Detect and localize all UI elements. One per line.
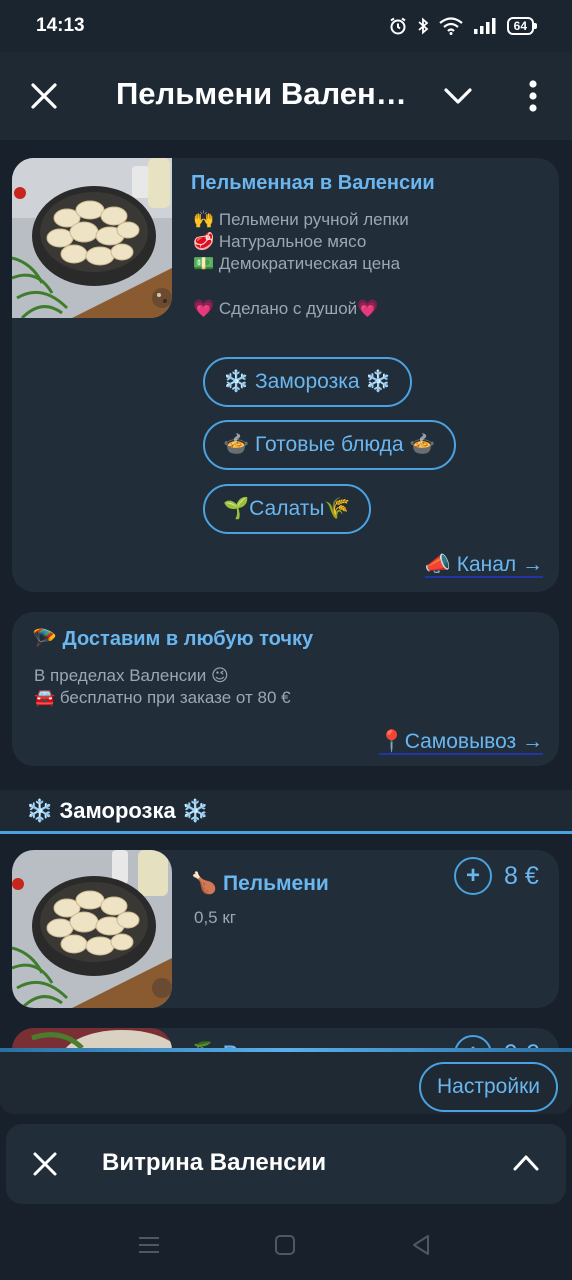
alarm-icon	[390, 17, 406, 35]
delivery-line: В пределах Валенсии 😉	[34, 666, 229, 685]
section-header: ❄️ Заморозка ❄️	[0, 790, 572, 834]
chevron-up-icon[interactable]	[512, 1152, 540, 1174]
shop-title: Пельменная в Валенсии	[191, 172, 435, 194]
app-header: Пельмени Вален…	[0, 52, 572, 140]
tagline: 💗 Сделано с душой💗	[193, 299, 379, 318]
product-price: 8 €	[504, 862, 539, 890]
product-image	[12, 850, 172, 1008]
system-nav-bar	[0, 1212, 572, 1280]
feature-line: 💵 Демократическая цена	[193, 254, 401, 273]
product-card[interactable]: 🍗 Пельмени 0,5 кг + 8 €	[12, 850, 559, 1008]
section-title: ❄️ Заморозка ❄️	[26, 798, 210, 823]
close-icon[interactable]	[28, 80, 60, 112]
feature-line: 🙌 Пельмени ручной лепки	[193, 210, 409, 229]
pickup-link-label[interactable]: 📍Самовывоз →	[378, 730, 543, 755]
back-icon[interactable]	[410, 1234, 432, 1256]
category-frozen-button[interactable]: ❄️ Заморозка ❄️	[203, 357, 412, 407]
wifi-icon	[438, 17, 463, 35]
battery-icon: 64	[506, 17, 538, 35]
dumplings-image	[12, 158, 172, 318]
delivery-line: 🚘 бесплатно при заказе от 80 €	[34, 688, 291, 707]
chevron-down-icon[interactable]	[442, 82, 474, 110]
channel-link[interactable]: 📣 Канал →	[424, 553, 543, 578]
delivery-title: 🪂 Доставим в любую точку	[32, 628, 314, 650]
pickup-link[interactable]: 📍Самовывоз →	[378, 730, 543, 755]
settings-bar: Настройки	[0, 1052, 572, 1114]
mini-app-panel[interactable]: Витрина Валенсии	[6, 1124, 566, 1204]
delivery-card: 🪂 Доставим в любую точку В пределах Вале…	[12, 612, 559, 766]
status-time: 14:13	[36, 15, 85, 36]
settings-button[interactable]: Настройки	[419, 1062, 558, 1112]
content-area[interactable]: Пельменная в Валенсии 🙌 Пельмени ручной …	[0, 140, 572, 1052]
feature-line: 🥩 Натуральное мясо	[193, 232, 367, 251]
signal-icon	[473, 18, 496, 34]
product-name: 🍗 Пельмени	[191, 872, 329, 895]
intro-card: Пельменная в Валенсии 🙌 Пельмени ручной …	[12, 158, 559, 592]
add-to-cart-button[interactable]: +	[454, 857, 492, 895]
more-vertical-icon[interactable]	[520, 78, 546, 114]
product-weight: 0,5 кг	[194, 908, 236, 927]
home-icon[interactable]	[274, 1234, 296, 1256]
close-icon[interactable]	[32, 1151, 58, 1177]
menu-icon[interactable]	[138, 1234, 160, 1256]
channel-link-label[interactable]: 📣 Канал →	[424, 553, 543, 578]
status-icons: 64	[389, 17, 538, 35]
page-title: Пельмени Вален…	[116, 76, 407, 111]
category-ready-meals-button[interactable]: 🍲 Готовые блюда 🍲	[203, 420, 456, 470]
bluetooth-icon	[418, 17, 429, 35]
status-bar: 14:13 64	[0, 0, 572, 52]
panel-title: Витрина Валенсии	[102, 1149, 327, 1176]
category-salads-button[interactable]: 🌱Салаты🌾	[203, 484, 371, 534]
